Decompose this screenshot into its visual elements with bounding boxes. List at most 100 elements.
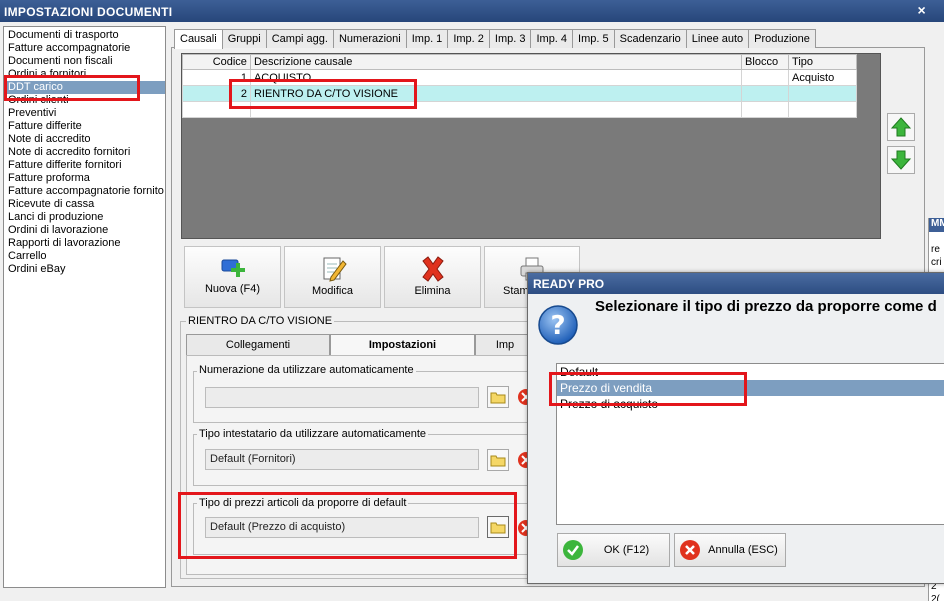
ok-button-label: OK (F12) (603, 544, 650, 556)
numbering-label: Numerazione da utilizzare automaticament… (197, 364, 416, 376)
background-window-text: 2( (931, 594, 940, 601)
subtab-imp[interactable]: Imp (475, 334, 535, 355)
ok-button[interactable]: OK (F12) (557, 533, 670, 567)
tab-linee-auto[interactable]: Linee auto (685, 29, 750, 48)
question-icon: ? (538, 305, 578, 345)
tab-gruppi[interactable]: Gruppi (221, 29, 267, 48)
list-item-selected[interactable]: Prezzo di vendita (557, 380, 944, 396)
folder-icon (490, 392, 506, 404)
detail-group-title: RIENTRO DA C/TO VISIONE (186, 315, 335, 327)
causali-table: Codice Descrizione causale Blocco Tipo 1… (182, 54, 857, 118)
tab-numerazioni[interactable]: Numerazioni (332, 29, 407, 48)
sidebar-item[interactable]: Note di accredito (4, 133, 165, 146)
new-button-label: Nuova (F4) (204, 283, 261, 295)
dialog-title: READY PRO (528, 273, 944, 294)
column-header-codice[interactable]: Codice (182, 54, 251, 70)
cancel-button-label: Annulla (ESC) (708, 544, 778, 556)
price-type-browse-button[interactable] (487, 516, 509, 538)
folder-icon (490, 522, 506, 534)
window-title: IMPOSTAZIONI DOCUMENTI (4, 5, 173, 19)
cell-codice[interactable]: 1 (182, 69, 251, 86)
column-header-tipo[interactable]: Tipo (788, 54, 857, 70)
tab-causali[interactable]: Causali (174, 29, 223, 49)
cell-tipo[interactable]: Acquisto (788, 69, 857, 86)
cell-blocco[interactable] (741, 85, 790, 102)
holder-type-label: Tipo intestatario da utilizzare automati… (197, 428, 429, 440)
tab-imp-4[interactable]: Imp. 4 (530, 29, 574, 48)
sidebar-item-ddt-carico[interactable]: DDT carico (4, 81, 165, 94)
close-icon[interactable]: × (918, 3, 926, 17)
price-type-dialog: READY PRO ? Selezionare il tipo di prezz… (527, 272, 944, 584)
column-header-descrizione[interactable]: Descrizione causale (249, 54, 743, 70)
table-row-empty[interactable] (182, 101, 857, 118)
sidebar-item[interactable]: Note di accredito fornitori (4, 146, 165, 159)
table-header-row: Codice Descrizione causale Blocco Tipo (182, 54, 857, 70)
tab-imp-5[interactable]: Imp. 5 (572, 29, 615, 48)
tab-produzione[interactable]: Produzione (748, 29, 816, 48)
svg-text:?: ? (550, 311, 565, 341)
cell-descrizione[interactable]: ACQUISTO (249, 69, 743, 86)
cell-codice[interactable]: 2 (182, 85, 251, 102)
sidebar-item[interactable]: Lanci di produzione (4, 211, 165, 224)
edit-button[interactable]: Modifica (284, 246, 381, 308)
tab-scadenzario[interactable]: Scadenzario (613, 29, 687, 48)
sidebar-item[interactable]: Documenti non fiscali (4, 55, 165, 68)
subtab-collegamenti[interactable]: Collegamenti (186, 334, 330, 355)
sidebar-item[interactable]: Fatture proforma (4, 172, 165, 185)
edit-button-label: Modifica (312, 285, 353, 297)
table-row[interactable]: 1 ACQUISTO Acquisto (182, 69, 857, 86)
delete-button[interactable]: Elimina (384, 246, 481, 308)
cell-blocco[interactable] (741, 69, 790, 86)
cell-descrizione[interactable]: RIENTRO DA C/TO VISIONE (249, 85, 743, 102)
sidebar-item[interactable]: Carrello (4, 250, 165, 263)
move-down-button[interactable] (887, 146, 915, 174)
price-type-label: Tipo di prezzi articoli da proporre di d… (197, 497, 409, 509)
sidebar-item[interactable]: Preventivi (4, 107, 165, 120)
delete-x-icon (421, 256, 444, 282)
price-type-listbox[interactable]: Default Prezzo di vendita Prezzo di acqu… (556, 363, 944, 525)
subtab-impostazioni[interactable]: Impostazioni (330, 334, 475, 356)
background-window-header: MM (929, 218, 944, 232)
price-type-field[interactable]: Default (Prezzo di acquisto) (205, 517, 479, 538)
sidebar-item[interactable]: Documenti di trasporto (4, 29, 165, 42)
window-titlebar: IMPOSTAZIONI DOCUMENTI × (0, 0, 944, 22)
new-record-icon (221, 259, 245, 277)
delete-button-label: Elimina (414, 285, 451, 297)
list-item[interactable]: Default (557, 364, 944, 380)
numbering-field[interactable] (205, 387, 479, 408)
cell-tipo[interactable] (788, 85, 857, 102)
sidebar-item[interactable]: Fatture differite (4, 120, 165, 133)
sidebar-item[interactable]: Ordini di lavorazione (4, 224, 165, 237)
tab-imp-3[interactable]: Imp. 3 (488, 29, 532, 48)
sidebar-item[interactable]: Ordini clienti (4, 94, 165, 107)
list-item[interactable]: Prezzo di acquisto (557, 396, 944, 412)
holder-type-browse-button[interactable] (487, 449, 509, 471)
tab-imp-1[interactable]: Imp. 1 (405, 29, 449, 48)
folder-icon (490, 455, 506, 467)
document-type-list[interactable]: Documenti di trasporto Fatture accompagn… (3, 26, 166, 588)
sidebar-item[interactable]: Ordini eBay (4, 263, 165, 276)
move-up-button[interactable] (887, 113, 915, 141)
sidebar-item[interactable]: Rapporti di lavorazione (4, 237, 165, 250)
causali-grid[interactable]: Codice Descrizione causale Blocco Tipo 1… (181, 53, 881, 239)
edit-document-icon (323, 257, 347, 282)
sidebar-item[interactable]: Fatture accompagnatorie fornito (4, 185, 165, 198)
tab-campi-agg[interactable]: Campi agg. (265, 29, 334, 48)
checkmark-icon (563, 540, 583, 560)
numbering-browse-button[interactable] (487, 386, 509, 408)
background-window-text: cri (931, 257, 942, 268)
arrow-up-icon (890, 117, 912, 137)
background-window-text: re (931, 244, 940, 255)
sidebar-item[interactable]: Fatture accompagnatorie (4, 42, 165, 55)
column-header-blocco[interactable]: Blocco (741, 54, 790, 70)
cancel-icon (680, 540, 700, 560)
sidebar-item[interactable]: Fatture differite fornitori (4, 159, 165, 172)
arrow-down-icon (890, 150, 912, 170)
holder-type-field[interactable]: Default (Fornitori) (205, 449, 479, 470)
table-row-selected[interactable]: 2 RIENTRO DA C/TO VISIONE (182, 85, 857, 102)
new-button[interactable]: Nuova (F4) (184, 246, 281, 308)
sidebar-item[interactable]: Ordini a fornitori (4, 68, 165, 81)
cancel-button[interactable]: Annulla (ESC) (674, 533, 786, 567)
tab-imp-2[interactable]: Imp. 2 (447, 29, 490, 48)
sidebar-item[interactable]: Ricevute di cassa (4, 198, 165, 211)
